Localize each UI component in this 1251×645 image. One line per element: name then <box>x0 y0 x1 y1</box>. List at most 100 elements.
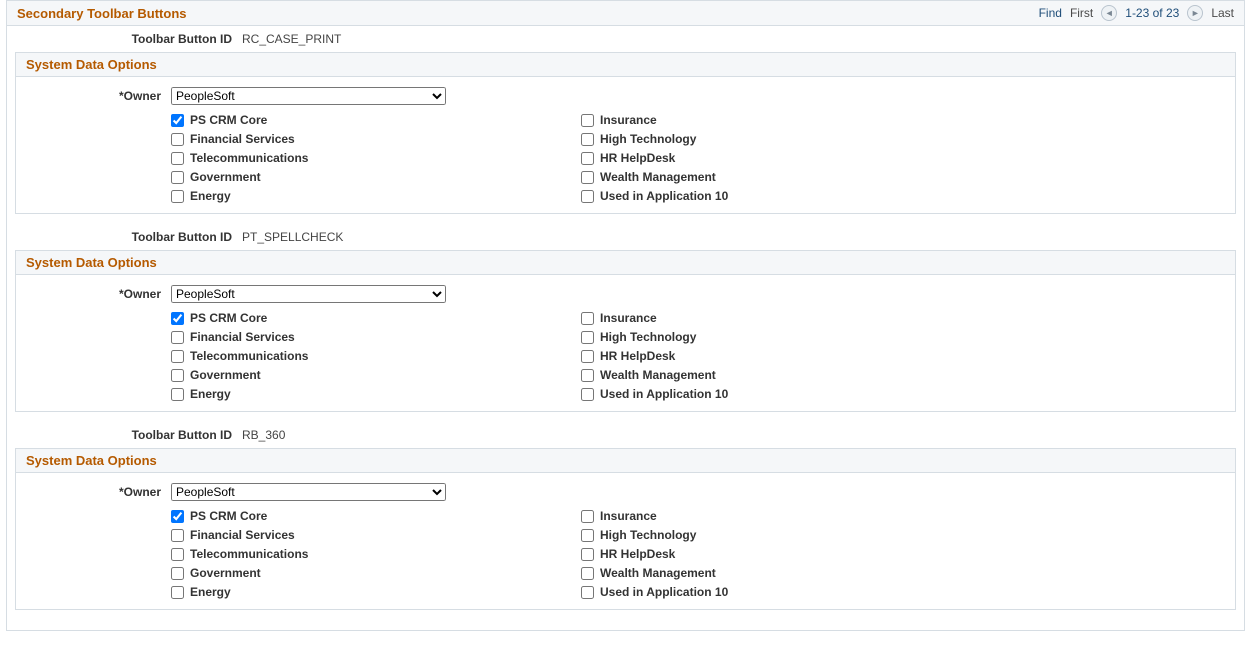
option-checkbox[interactable] <box>171 152 184 165</box>
system-data-options-header: System Data Options <box>15 52 1236 77</box>
checkbox-row: Telecommunications <box>171 547 581 561</box>
checkbox-columns: PS CRM Core Financial Services Telecommuni… <box>16 109 1235 203</box>
option-checkbox[interactable] <box>171 114 184 127</box>
owner-row: *OwnerPeopleSoft <box>16 281 1235 307</box>
toolbar-button-id-row: Toolbar Button IDRC_CASE_PRINT <box>7 26 1244 52</box>
option-checkbox[interactable] <box>581 529 594 542</box>
checkbox-row: Telecommunications <box>171 349 581 363</box>
option-checkbox[interactable] <box>171 548 184 561</box>
checkbox-row: High Technology <box>581 330 991 344</box>
option-checkbox[interactable] <box>581 331 594 344</box>
option-label: Financial Services <box>190 132 295 146</box>
option-label: Used in Application 10 <box>600 585 728 599</box>
option-checkbox[interactable] <box>171 331 184 344</box>
system-data-options-header: System Data Options <box>15 448 1236 473</box>
option-label: Insurance <box>600 311 657 325</box>
checkbox-row: Government <box>171 566 581 580</box>
owner-row: *OwnerPeopleSoft <box>16 479 1235 505</box>
option-checkbox[interactable] <box>171 190 184 203</box>
checkbox-row: PS CRM Core <box>171 311 581 325</box>
option-checkbox[interactable] <box>171 312 184 325</box>
prev-arrow-icon[interactable]: ◄ <box>1101 5 1117 21</box>
option-label: Government <box>190 170 261 184</box>
toolbar-button-id-label: Toolbar Button ID <box>7 428 242 442</box>
checkbox-row: Wealth Management <box>581 566 991 580</box>
option-checkbox[interactable] <box>581 388 594 401</box>
option-checkbox[interactable] <box>171 586 184 599</box>
toolbar-button-id-row: Toolbar Button IDPT_SPELLCHECK <box>7 224 1244 250</box>
option-checkbox[interactable] <box>171 133 184 146</box>
option-checkbox[interactable] <box>171 350 184 363</box>
option-label: Used in Application 10 <box>600 387 728 401</box>
option-checkbox[interactable] <box>581 369 594 382</box>
checkbox-column: PS CRM CoreFinancial ServicesTelecommuni… <box>16 307 581 401</box>
option-checkbox[interactable] <box>171 388 184 401</box>
option-checkbox[interactable] <box>581 350 594 363</box>
option-label: HR HelpDesk <box>600 547 675 561</box>
owner-label: *Owner <box>16 287 171 301</box>
option-checkbox[interactable] <box>581 190 594 203</box>
owner-label: *Owner <box>16 89 171 103</box>
checkbox-row: HR HelpDesk <box>581 349 991 363</box>
owner-select[interactable]: PeopleSoft <box>171 285 446 303</box>
option-checkbox[interactable] <box>581 114 594 127</box>
option-checkbox[interactable] <box>581 586 594 599</box>
option-checkbox[interactable] <box>581 152 594 165</box>
option-checkbox[interactable] <box>171 567 184 580</box>
checkbox-column: PS CRM Core Financial Services Telecommuni… <box>16 505 581 599</box>
checkbox-row: Wealth Management <box>581 368 991 382</box>
checkbox-column: InsuranceHigh TechnologyHR HelpDeskWealt… <box>581 109 991 203</box>
records-container: Toolbar Button IDRC_CASE_PRINTSystem Dat… <box>6 26 1245 631</box>
checkbox-row: Financial Services <box>171 132 581 146</box>
checkbox-column: Insurance High Technology HR HelpDesk Wealt… <box>581 505 991 599</box>
option-label: Financial Services <box>190 528 295 542</box>
checkbox-row: Insurance <box>581 113 991 127</box>
checkbox-row: Energy <box>171 585 581 599</box>
toolbar-button-id-row: Toolbar Button IDRB_360 <box>7 422 1244 448</box>
checkbox-row: Government <box>171 170 581 184</box>
checkbox-row: Wealth Management <box>581 170 991 184</box>
next-arrow-icon[interactable]: ► <box>1187 5 1203 21</box>
option-label: Wealth Management <box>600 566 716 580</box>
option-checkbox[interactable] <box>581 510 594 523</box>
owner-row: *OwnerPeopleSoft <box>16 83 1235 109</box>
option-checkbox[interactable] <box>171 171 184 184</box>
system-data-options-header: System Data Options <box>15 250 1236 275</box>
checkbox-column: PS CRM Core Financial Services Telecommuni… <box>16 109 581 203</box>
checkbox-row: Used in Application 10 <box>581 387 991 401</box>
last-link[interactable]: Last <box>1211 6 1234 20</box>
option-checkbox[interactable] <box>171 510 184 523</box>
find-link[interactable]: Find <box>1039 6 1062 20</box>
checkbox-columns: PS CRM Core Financial Services Telecommuni… <box>16 505 1235 599</box>
owner-select[interactable]: PeopleSoft <box>171 87 446 105</box>
option-label: Energy <box>190 189 231 203</box>
option-label: Wealth Management <box>600 368 716 382</box>
option-checkbox[interactable] <box>581 548 594 561</box>
option-label: Telecommunications <box>190 151 308 165</box>
owner-select[interactable]: PeopleSoft <box>171 483 446 501</box>
checkbox-row: HR HelpDesk <box>581 547 991 561</box>
grid-title: Secondary Toolbar Buttons <box>17 6 187 21</box>
option-checkbox[interactable] <box>581 171 594 184</box>
option-checkbox[interactable] <box>581 133 594 146</box>
checkbox-row: Insurance <box>581 509 991 523</box>
grid-nav: Find First ◄ 1-23 of 23 ► Last <box>1039 5 1234 21</box>
option-checkbox[interactable] <box>581 567 594 580</box>
checkbox-row: High Technology <box>581 132 991 146</box>
checkbox-row: PS CRM Core <box>171 509 581 523</box>
option-label: Wealth Management <box>600 170 716 184</box>
option-label: High Technology <box>600 528 696 542</box>
option-checkbox[interactable] <box>581 312 594 325</box>
checkbox-row: Energy <box>171 387 581 401</box>
option-label: PS CRM Core <box>190 311 267 325</box>
first-link[interactable]: First <box>1070 6 1093 20</box>
checkbox-columns: PS CRM CoreFinancial ServicesTelecommuni… <box>16 307 1235 401</box>
option-checkbox[interactable] <box>171 369 184 382</box>
option-checkbox[interactable] <box>171 529 184 542</box>
option-label: PS CRM Core <box>190 113 267 127</box>
toolbar-button-id-value: RB_360 <box>242 428 285 442</box>
option-label: Insurance <box>600 113 657 127</box>
toolbar-button-id-label: Toolbar Button ID <box>7 230 242 244</box>
owner-label: *Owner <box>16 485 171 499</box>
checkbox-row: Insurance <box>581 311 991 325</box>
